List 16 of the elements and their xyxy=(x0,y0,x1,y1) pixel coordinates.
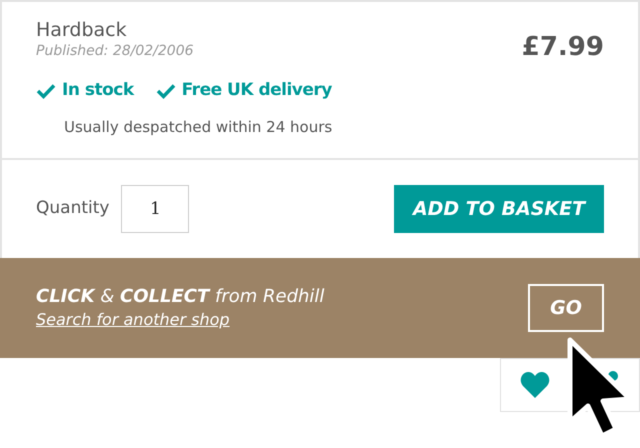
availability-label: In stock xyxy=(62,79,134,102)
click-collect-heading: CLICK & COLLECT from Redhill xyxy=(36,285,324,309)
go-button[interactable]: GO xyxy=(528,284,604,332)
add-to-basket-button[interactable]: ADD TO BASKET xyxy=(394,185,604,233)
quantity-field[interactable]: 1 xyxy=(121,185,190,233)
availability-label: Free UK delivery xyxy=(182,79,332,102)
format-title: Hardback xyxy=(36,18,128,42)
heart-icon xyxy=(520,371,550,399)
check-icon xyxy=(156,82,176,99)
price: £7.99 xyxy=(522,31,604,64)
wishlist-button[interactable] xyxy=(500,358,570,412)
published-date: Published: 28/02/2006 xyxy=(36,42,195,60)
despatch-note: Usually despatched within 24 hours xyxy=(64,116,332,138)
check-icon xyxy=(36,82,56,99)
search-shop-link[interactable]: Search for another shop xyxy=(36,309,324,331)
quantity-label: Quantity xyxy=(36,197,110,220)
